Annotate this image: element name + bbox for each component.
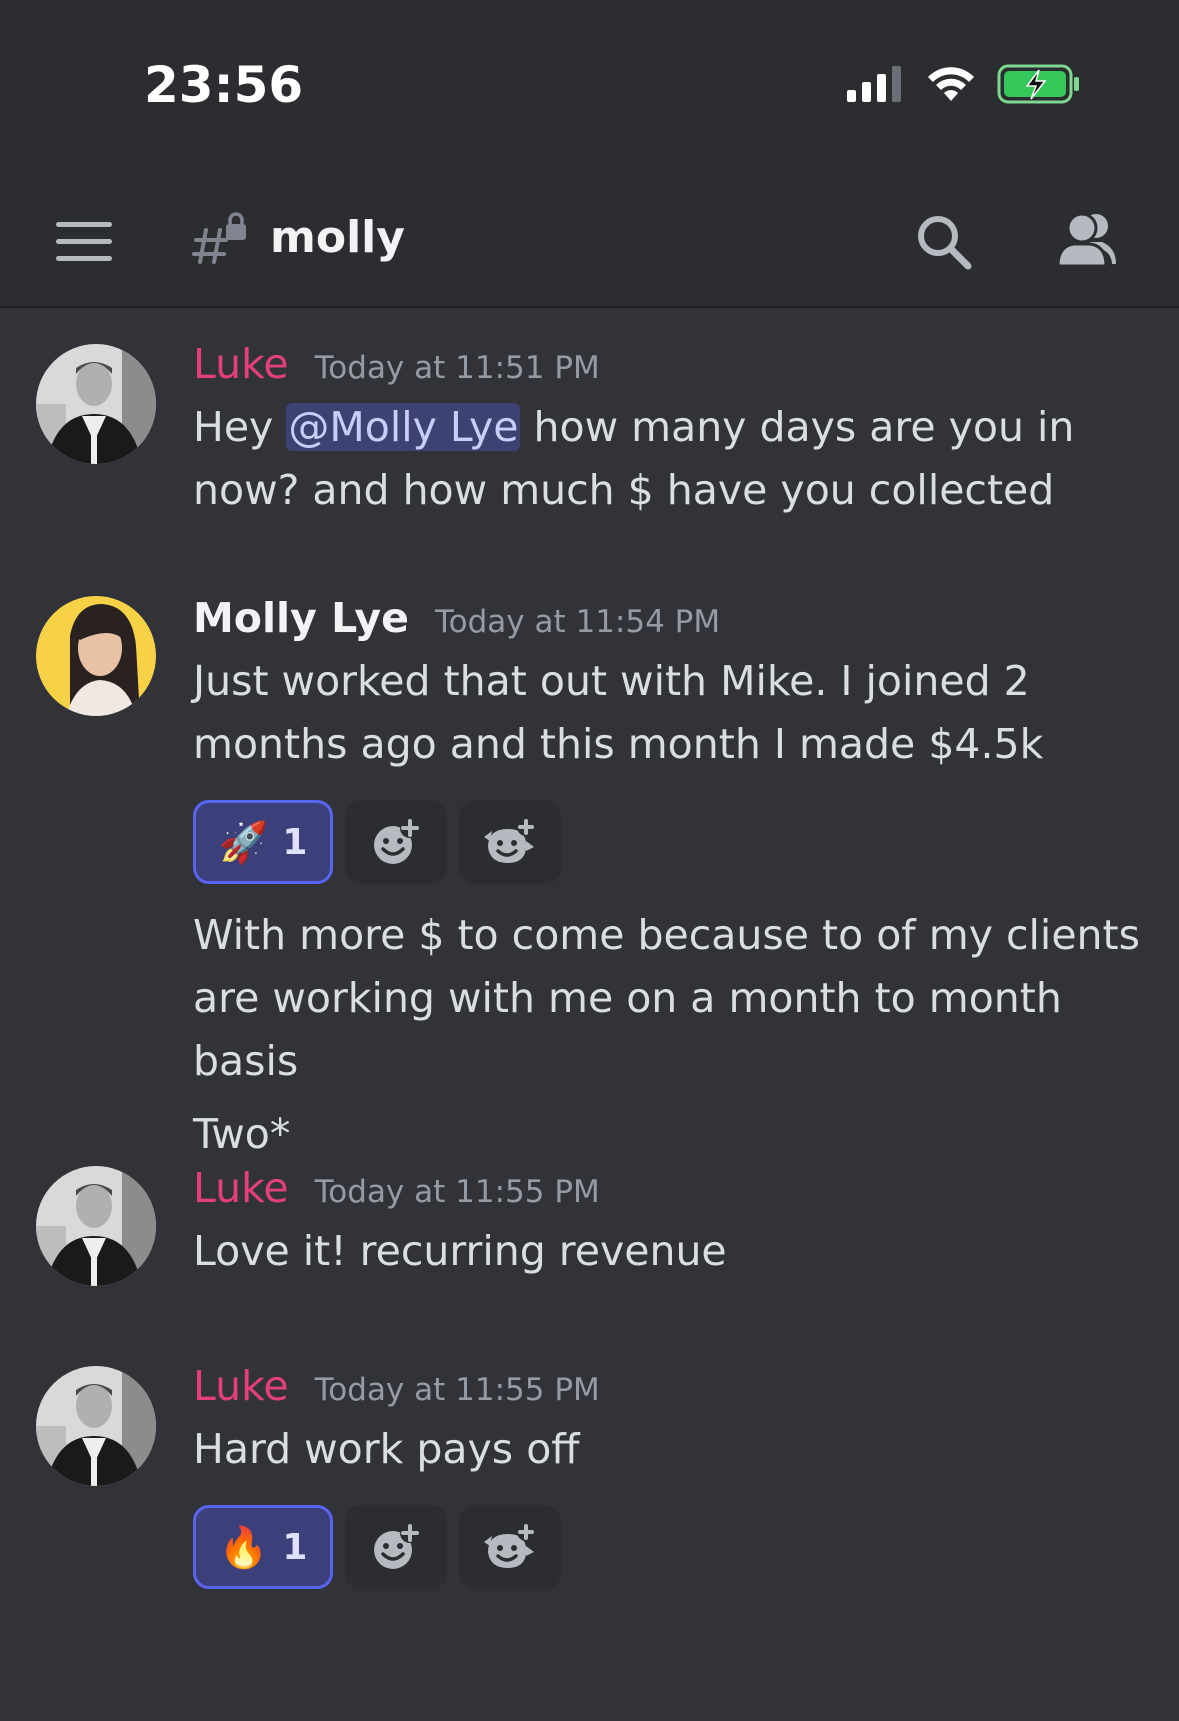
super-reaction-icon	[484, 1523, 535, 1568]
status-icons	[845, 64, 1081, 104]
hamburger-icon[interactable]	[56, 222, 112, 262]
message-header: Molly Lye Today at 11:54 PM	[193, 594, 1143, 650]
message-content: Luke Today at 11:55 PM Love it! recurrin…	[193, 1164, 1143, 1283]
avatar-luke[interactable]	[36, 1166, 156, 1286]
message-content: Molly Lye Today at 11:54 PM Just worked …	[193, 594, 1143, 1166]
reaction-bar: 🚀 1	[193, 800, 1143, 884]
wifi-icon	[928, 67, 974, 101]
reaction-count: 1	[282, 821, 308, 863]
message-text-part: Hey	[193, 403, 287, 451]
timestamp: Today at 11:55 PM	[314, 1174, 600, 1210]
channel-header: molly	[0, 160, 1179, 308]
timestamp: Today at 11:55 PM	[314, 1372, 600, 1408]
message-header: Luke Today at 11:51 PM	[193, 340, 1143, 396]
message-text: Two*	[193, 1110, 291, 1158]
message-content: Luke Today at 11:51 PM Hey @Molly Lye ho…	[193, 340, 1143, 522]
add-reaction-button[interactable]	[345, 800, 447, 884]
super-reaction-icon	[484, 818, 535, 863]
message-header: Luke Today at 11:55 PM	[193, 1164, 1143, 1220]
avatar-molly[interactable]	[36, 596, 156, 716]
message-text: Just worked that out with Mike. I joined…	[193, 657, 1044, 768]
author-name[interactable]: Molly Lye	[193, 594, 409, 642]
signal-icon	[847, 66, 901, 102]
add-reaction-button[interactable]	[345, 1505, 447, 1589]
avatar-luke[interactable]	[36, 344, 156, 464]
message-text: Hard work pays off	[193, 1425, 580, 1473]
add-super-reaction-button[interactable]	[459, 800, 561, 884]
members-icon[interactable]	[1054, 210, 1120, 270]
author-name[interactable]: Luke	[193, 340, 289, 388]
reaction-fire[interactable]: 🔥 1	[193, 1505, 333, 1589]
author-name[interactable]: Luke	[193, 1362, 289, 1410]
fire-icon: 🔥	[218, 1524, 269, 1571]
author-name[interactable]: Luke	[193, 1164, 289, 1212]
status-bar: 23:56	[0, 0, 1179, 160]
avatar-luke[interactable]	[36, 1366, 156, 1486]
message-text: Love it! recurring revenue	[193, 1227, 727, 1275]
message-text: With more $ to come because to of my cli…	[193, 911, 1140, 1085]
message-text: Hey @Molly Lye how many days are you in …	[193, 396, 1143, 522]
timestamp: Today at 11:51 PM	[314, 350, 600, 386]
add-super-reaction-button[interactable]	[459, 1505, 561, 1589]
add-reaction-icon	[374, 818, 420, 864]
user-mention[interactable]: @Molly Lye	[286, 403, 521, 451]
reaction-bar: 🔥 1	[193, 1505, 1143, 1589]
reaction-count: 1	[282, 1526, 308, 1568]
status-time: 23:56	[144, 56, 304, 114]
private-channel-icon	[192, 212, 246, 264]
timestamp: Today at 11:54 PM	[434, 604, 721, 640]
battery-charging-icon	[997, 64, 1079, 104]
reaction-rocket[interactable]: 🚀 1	[193, 800, 333, 884]
rocket-icon: 🚀	[218, 819, 269, 866]
search-icon[interactable]	[914, 212, 974, 272]
add-reaction-icon	[374, 1523, 420, 1569]
message-content: Luke Today at 11:55 PM Hard work pays of…	[193, 1362, 1143, 1589]
channel-name: molly	[270, 212, 405, 263]
message-header: Luke Today at 11:55 PM	[193, 1362, 1143, 1418]
